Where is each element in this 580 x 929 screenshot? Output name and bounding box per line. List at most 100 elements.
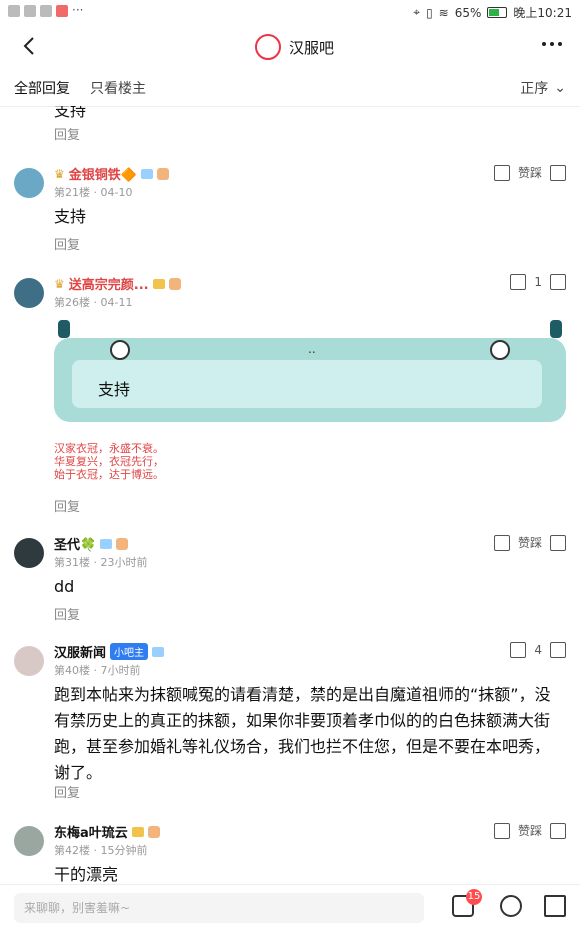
zodiac-icon: [116, 537, 129, 550]
more-notifications-icon: ···: [72, 3, 84, 17]
like-label: 赞踩: [517, 824, 542, 838]
sticker-horn-icon: [58, 320, 70, 338]
diamond-icon: [131, 826, 144, 837]
sticker-dots: ..: [308, 342, 316, 356]
tab-all-replies[interactable]: 全部回复: [14, 78, 70, 98]
user-line: 东梅a叶琉云: [54, 822, 160, 841]
user-line: 汉服新闻 小吧主: [54, 642, 165, 661]
user-line: ♛ 送高宗完颜...: [54, 274, 181, 293]
diamond-icon: [152, 278, 165, 289]
sticker-horn-icon: [550, 320, 562, 338]
battery-icon: [487, 7, 508, 18]
status-icons-right: ⌖ ▯ ≋ 65% 晚上10:21: [413, 4, 572, 21]
reply-link[interactable]: 回复: [54, 124, 80, 143]
status-bar: ··· ⌖ ▯ ≋ 65% 晚上10:21: [0, 0, 580, 24]
admin-badge: 小吧主: [110, 643, 149, 660]
diamond-icon: [140, 168, 153, 179]
reply-link[interactable]: 回复: [54, 234, 80, 253]
forum-title[interactable]: 汉服吧: [255, 34, 334, 60]
thumb-down-icon[interactable]: [550, 534, 566, 551]
username[interactable]: 汉服新闻: [54, 642, 106, 661]
reply-body: 干的漂亮: [54, 865, 119, 884]
like-label: 赞踩: [517, 536, 542, 550]
zodiac-icon: [168, 277, 181, 290]
diamond-icon: [152, 646, 165, 657]
sort-dropdown[interactable]: 正序 ⌄: [520, 78, 566, 98]
reply-link[interactable]: 回复: [54, 782, 80, 801]
zodiac-icon: [156, 167, 169, 180]
app-notification-icon: [24, 5, 36, 17]
reply-link[interactable]: 回复: [54, 604, 80, 623]
bottom-bar: 来聊聊，别害羞嘛~ 15: [0, 884, 580, 929]
vibrate-icon: ▯: [426, 5, 433, 20]
reply-body: 跑到本帖来为抹额喊冤的请看清楚，禁的是出自魔道祖师的“抹额”，没有禁历史上的真正…: [54, 685, 551, 782]
app-notification-icon: [40, 5, 52, 17]
like-dislike: 4: [510, 642, 566, 658]
avatar[interactable]: [14, 278, 44, 308]
thumb-up-icon[interactable]: [510, 642, 527, 658]
thumb-up-icon[interactable]: [493, 164, 510, 181]
avatar[interactable]: [14, 826, 44, 856]
like-dislike: 1: [510, 274, 566, 290]
username[interactable]: 东梅a叶琉云: [54, 822, 128, 841]
wifi-icon: ≋: [438, 5, 449, 20]
floor-meta: 第26楼 · 04-11: [54, 296, 133, 309]
battery-percent: 65%: [454, 5, 482, 20]
sort-label: 正序: [520, 81, 549, 97]
thumb-up-icon[interactable]: [493, 822, 510, 839]
zodiac-icon: [147, 825, 160, 838]
thumb-down-icon[interactable]: [550, 274, 566, 290]
reply-body: 支持: [54, 106, 87, 120]
signature-line: 华夏复兴，衣冠先行，: [54, 455, 164, 468]
floor-meta: 第21楼 · 04-10: [54, 186, 133, 199]
avatar[interactable]: [14, 538, 44, 568]
avatar[interactable]: [14, 168, 44, 198]
thumb-down-icon[interactable]: [550, 642, 566, 658]
reply-link[interactable]: 回复: [54, 496, 80, 515]
sticker-inner: 支持: [72, 360, 542, 408]
floor-meta: 第42楼 · 15分钟前: [54, 844, 148, 857]
sticker-eye-icon: [110, 340, 130, 360]
user-line: 圣代🍀: [54, 534, 129, 553]
like-dislike: 赞踩: [493, 534, 566, 551]
username[interactable]: 送高宗完颜...: [69, 274, 149, 293]
signature-line: 始于衣冠，达于博远。: [54, 468, 164, 481]
forum-logo-icon: [255, 34, 281, 60]
reply-sticker-card: .. 支持: [54, 320, 566, 422]
signature: 汉家衣冠，永盛不衰。 华夏复兴，衣冠先行， 始于衣冠，达于博远。: [54, 442, 164, 481]
thumb-up-icon[interactable]: [510, 274, 527, 290]
status-time: 晚上10:21: [513, 6, 572, 20]
reply-body: 支持: [54, 207, 87, 226]
reply-body: dd: [54, 577, 75, 596]
chevron-down-icon: ⌄: [554, 80, 566, 96]
like-count: 1: [534, 275, 542, 289]
user-line: ♛ 金银铜铁🔶: [54, 164, 169, 183]
comment-input[interactable]: 来聊聊，别害羞嘛~: [14, 893, 424, 923]
share-icon[interactable]: [544, 895, 566, 917]
more-icon[interactable]: [542, 42, 562, 46]
nav-bar: 汉服吧: [0, 24, 580, 68]
floor-meta: 第40楼 · 7小时前: [54, 664, 141, 677]
back-icon[interactable]: [18, 34, 42, 58]
diamond-icon: [100, 538, 113, 549]
thumb-up-icon[interactable]: [493, 534, 510, 551]
avatar[interactable]: [14, 646, 44, 676]
username[interactable]: 金银铜铁🔶: [69, 164, 137, 183]
like-dislike: 赞踩: [493, 822, 566, 839]
app-notification-icon: [56, 5, 68, 17]
thumb-down-icon[interactable]: [550, 164, 566, 181]
like-count: 4: [534, 643, 542, 657]
username[interactable]: 圣代🍀: [54, 534, 96, 553]
floor-meta: 第31楼 · 23小时前: [54, 556, 148, 569]
like-dislike: 赞踩: [493, 164, 566, 181]
status-icons-left: ···: [8, 3, 84, 17]
tab-op-only[interactable]: 只看楼主: [90, 78, 146, 98]
crown-icon: ♛: [54, 166, 65, 181]
star-icon[interactable]: [500, 895, 522, 917]
app-notification-icon: [8, 5, 20, 17]
thumb-down-icon[interactable]: [550, 822, 566, 839]
crown-icon: ♛: [54, 276, 65, 291]
signature-line: 汉家衣冠，永盛不衰。: [54, 442, 164, 455]
reply-tabs: 全部回复 只看楼主 正序 ⌄: [0, 70, 580, 107]
comments-count-badge: 15: [466, 889, 482, 905]
